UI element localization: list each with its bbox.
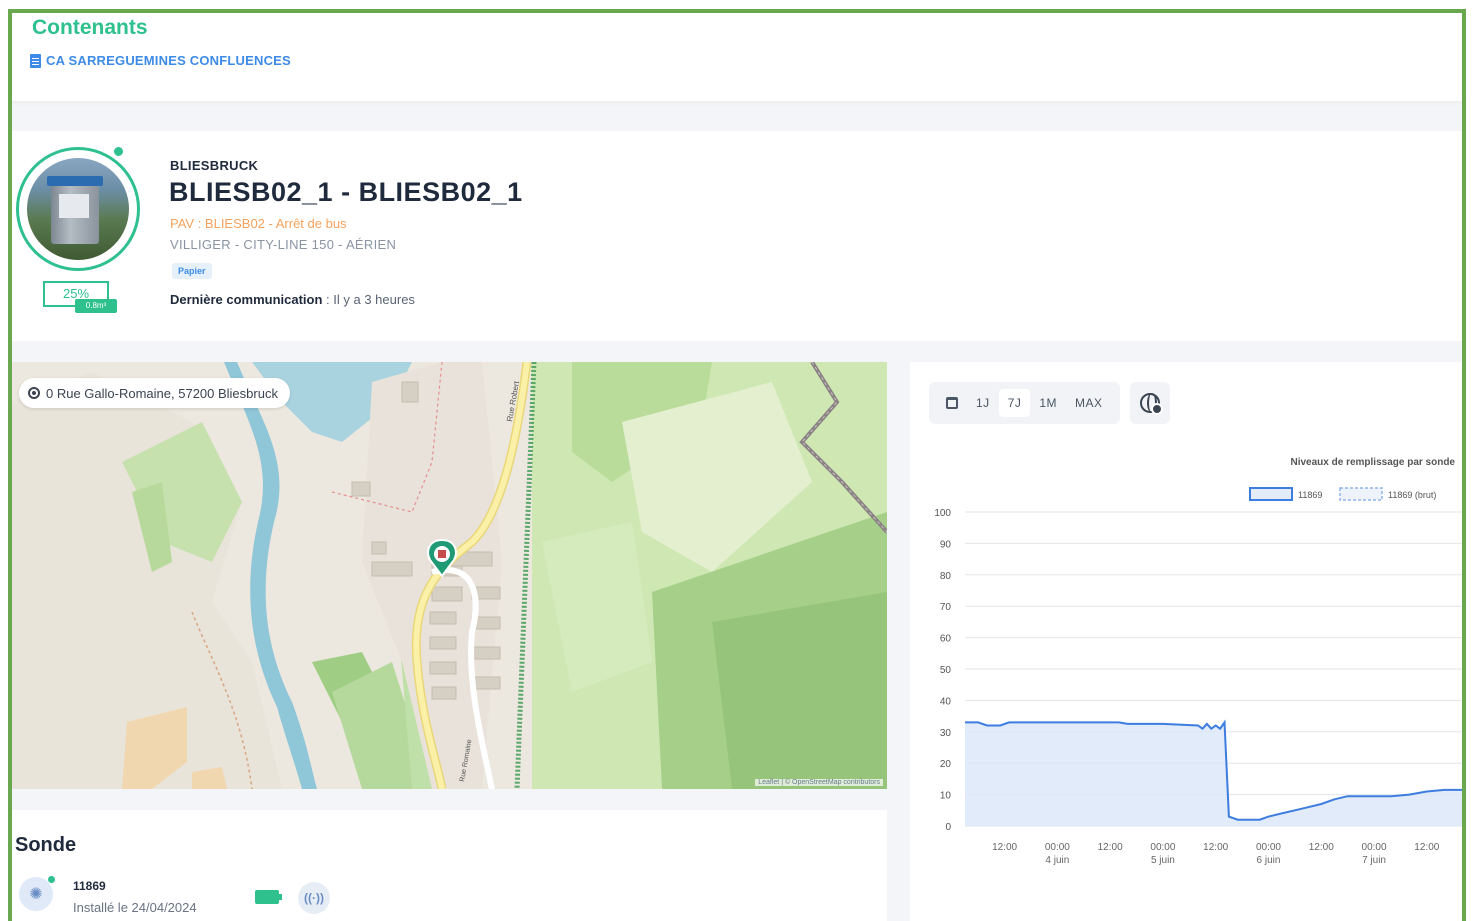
status-online-dot (112, 145, 125, 158)
sonde-card: Sonde ✺ 11869 Installé le 24/04/2024 ((·… (12, 810, 887, 921)
location-map[interactable]: Rue Robert Rue Romaine 0 Rue Gallo-Romai… (12, 362, 887, 789)
y-tick-label: 70 (940, 602, 952, 613)
y-tick-label: 80 (940, 571, 952, 582)
address-pill: 0 Rue Gallo-Romaine, 57200 Bliesbruck (19, 378, 290, 408)
series-area (965, 722, 1462, 826)
x-tick-sublabel: 6 juin (1257, 855, 1281, 866)
building-icon (30, 53, 41, 68)
x-tick-label: 00:00 (1150, 842, 1175, 853)
y-tick-label: 60 (940, 634, 952, 645)
x-tick-label: 12:00 (992, 842, 1017, 853)
volume-badge: 0.8m³ (75, 299, 117, 313)
sensor-status-dot (48, 876, 55, 883)
y-tick-label: 20 (940, 759, 952, 770)
legend-swatch-series (1249, 487, 1293, 501)
signal-icon: ((·)) (298, 882, 330, 914)
container-title: BLIESB02_1 - BLIESB02_1 (169, 177, 523, 207)
bin-illustration (47, 176, 103, 244)
waste-type-badge: Papier (172, 263, 212, 279)
x-tick-label: 00:00 (1045, 842, 1070, 853)
x-tick-label: 00:00 (1256, 842, 1281, 853)
x-tick-label: 12:00 (1309, 842, 1334, 853)
container-model: VILLIGER - CITY-LINE 150 - AÉRIEN (170, 237, 397, 252)
calendar-icon (946, 397, 958, 409)
page-title: Contenants (32, 16, 148, 39)
range-max-button[interactable]: MAX (1066, 389, 1112, 417)
sensor-icon: ✺ (19, 877, 53, 911)
address-text: 0 Rue Gallo-Romaine, 57200 Bliesbruck (46, 385, 278, 401)
x-tick-sublabel: 4 juin (1045, 855, 1069, 866)
range-selector: 1J 7J 1M MAX (929, 382, 1120, 424)
y-tick-label: 50 (940, 665, 952, 676)
container-photo (27, 158, 129, 260)
map-tiles: Rue Robert Rue Romaine (12, 362, 887, 789)
y-tick-label: 100 (934, 508, 951, 519)
x-tick-label: 12:00 (1414, 842, 1439, 853)
globe-icon (1139, 393, 1163, 415)
legend-label-raw: 11869 (brut) (1388, 490, 1436, 500)
geo-toggle-button[interactable] (1129, 382, 1170, 424)
pav-link[interactable]: PAV : BLIESB02 - Arrêt de bus (170, 216, 347, 231)
fill-chart-card: 1J 7J 1M MAX Niveaux de remplissage par … (910, 362, 1462, 921)
organization-label: CA SARREGUEMINES CONFLUENCES (46, 53, 291, 68)
container-city: BLIESBRUCK (170, 158, 259, 173)
legend-swatch-raw (1339, 487, 1383, 501)
y-tick-label: 30 (940, 728, 952, 739)
container-photo-frame[interactable] (16, 147, 140, 271)
container-info-card: 25% 0.8m³ BLIESBRUCK BLIESB02_1 - BLIESB… (12, 131, 1462, 341)
y-tick-label: 0 (945, 822, 951, 833)
y-tick-label: 10 (940, 791, 952, 802)
sensor-id[interactable]: 11869 (73, 879, 106, 893)
last-communication-label: Dernière communication (170, 292, 323, 307)
y-tick-label: 40 (940, 696, 952, 707)
battery-icon (255, 890, 282, 904)
last-communication-value: : Il y a 3 heures (322, 292, 415, 307)
organization-link[interactable]: CA SARREGUEMINES CONFLUENCES (30, 53, 291, 68)
range-7j-button[interactable]: 7J (998, 389, 1031, 417)
y-tick-label: 90 (940, 539, 952, 550)
header-bar: Contenants CA SARREGUEMINES CONFLUENCES (12, 13, 1462, 101)
chart-title: Niveaux de remplissage par sonde (1290, 457, 1455, 468)
x-tick-sublabel: 7 juin (1362, 855, 1386, 866)
range-1m-button[interactable]: 1M (1030, 389, 1066, 417)
map-attribution[interactable]: Leaflet | © OpenStreetMap contributors (755, 779, 883, 786)
x-tick-sublabel: 5 juin (1151, 855, 1175, 866)
range-1j-button[interactable]: 1J (967, 389, 999, 417)
legend-label-series: 11869 (1298, 490, 1322, 500)
location-pin-icon (28, 387, 40, 399)
x-tick-label: 12:00 (1098, 842, 1123, 853)
last-communication: Dernière communication : Il y a 3 heures (170, 292, 415, 307)
chart-toolbar: 1J 7J 1M MAX (929, 382, 1170, 424)
sensor-installed-date: Installé le 24/04/2024 (73, 900, 197, 915)
x-tick-label: 12:00 (1203, 842, 1228, 853)
sonde-section-title: Sonde (15, 834, 77, 856)
x-tick-label: 00:00 (1362, 842, 1387, 853)
calendar-button[interactable] (937, 389, 967, 417)
fill-level-chart[interactable]: Niveaux de remplissage par sonde 11869 118… (910, 442, 1462, 921)
